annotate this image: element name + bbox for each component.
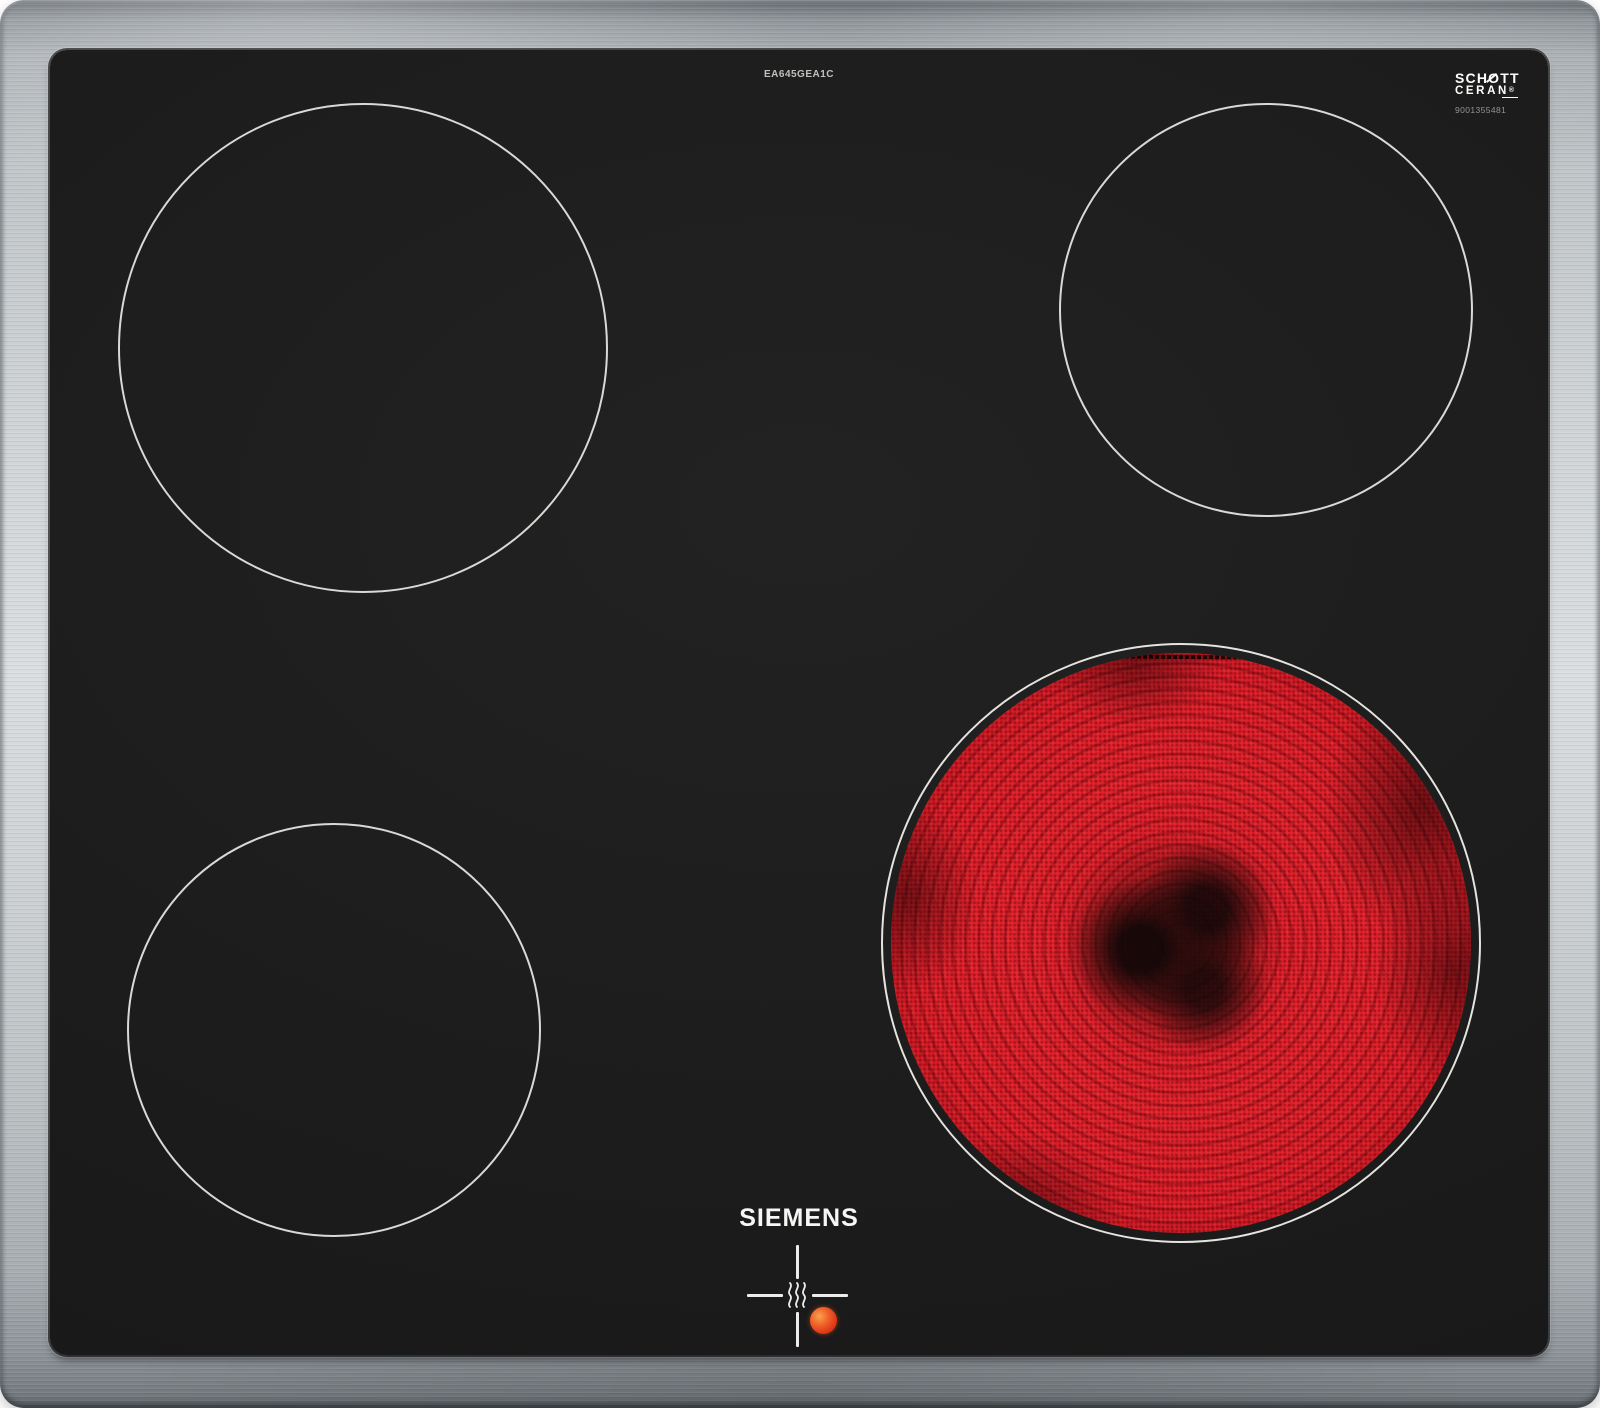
ceran-text: CERAN: [1455, 85, 1509, 97]
model-number-label: EA645GEA1C: [719, 69, 879, 80]
schott-ceran-logo: SCHOTT CERAN® 9001355481: [1455, 72, 1545, 115]
control-cross-line-right: [812, 1294, 848, 1297]
cooking-zone-top-left: [118, 103, 608, 593]
schott-wordmark: SCHOTT: [1455, 72, 1545, 84]
serial-number-label: 9001355481: [1455, 105, 1545, 115]
heating-element-glow: [891, 653, 1471, 1233]
registered-mark: ®: [1509, 87, 1514, 94]
residual-heat-icon: [786, 1282, 808, 1309]
cooktop-product-photo: EA645GEA1C SCHOTT CERAN® 9001355481 SIEM…: [0, 0, 1600, 1408]
element-side-line: [891, 653, 894, 821]
residual-heat-indicator-dot: [810, 1307, 837, 1334]
control-cross-line-bottom: [796, 1312, 799, 1347]
control-cross-line-top: [796, 1245, 799, 1279]
ceran-wordmark: CERAN®: [1455, 85, 1545, 97]
element-rim-shadow: [891, 653, 1471, 1233]
control-cross-line-left: [747, 1294, 783, 1297]
cooking-zone-top-right: [1059, 103, 1473, 517]
siemens-logo: SIEMENS: [699, 1204, 899, 1233]
cooking-zone-bottom-left: [127, 823, 541, 1237]
ceran-underline: [1502, 97, 1518, 99]
schott-text: SCHOTT: [1455, 70, 1520, 86]
